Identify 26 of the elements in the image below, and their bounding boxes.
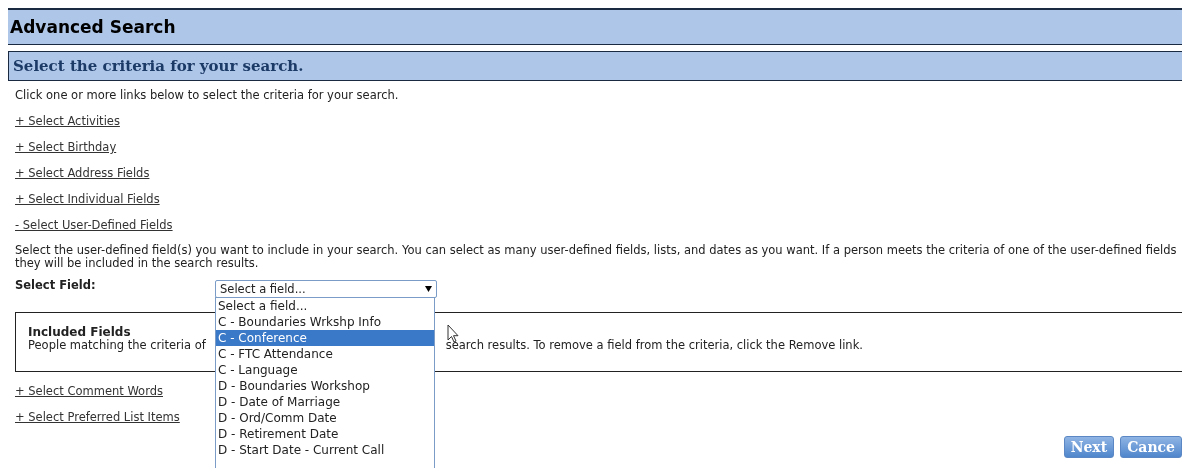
dropdown-option[interactable]: C - FTC Attendance (216, 346, 434, 362)
criteria-link[interactable]: + Select Preferred List Items (15, 410, 180, 424)
section-title: Select the criteria for your search. (13, 57, 304, 75)
field-label: Select Field: (15, 278, 97, 294)
dropdown-option[interactable]: D - Retirement Date (216, 426, 434, 442)
dropdown-option[interactable]: Select a field... (216, 298, 434, 314)
criteria-link[interactable]: + Select Activities (15, 114, 120, 128)
instructions-text: Click one or more links below to select the criteria for your search. (15, 89, 400, 102)
page-title: Advanced Search (10, 17, 176, 37)
dropdown-option[interactable]: D - Boundaries Workshop (216, 378, 434, 394)
description-text: Select the user-defined field(s) you want to include in your search. You can select as many user-defined fields, lists, and dates as you want. If a person meets the criteria of one of the user-defined fields they will be included in the search results. (15, 244, 1178, 270)
caret-icon (425, 286, 432, 292)
criteria-link[interactable]: + Select Birthday (15, 140, 117, 154)
panel-title: Included Fields (28, 325, 131, 339)
criteria-link[interactable]: + Select Address Fields (15, 166, 150, 180)
panel-text: search results. To remove a field from the criteria, click the Remove link. (445, 339, 863, 352)
criteria-link[interactable]: + Select Comment Words (15, 384, 163, 398)
panel-text: People matching the criteria of (28, 339, 206, 352)
dropdown-option[interactable]: D - Start Date - Current Call (216, 442, 434, 458)
dropdown-option[interactable]: C - Boundaries Wrkshp Info (216, 314, 434, 330)
dropdown-option[interactable]: C - Language (216, 362, 434, 378)
criteria-link[interactable]: + Select Individual Fields (15, 192, 160, 206)
dropdown-option[interactable]: D - Date of Marriage (216, 394, 434, 410)
dropdown-option[interactable]: D - Ord/Comm Date (216, 410, 434, 426)
dropdown-option[interactable]: C - Conference (216, 330, 434, 346)
criteria-link[interactable]: - Select User-Defined Fields (15, 218, 173, 232)
